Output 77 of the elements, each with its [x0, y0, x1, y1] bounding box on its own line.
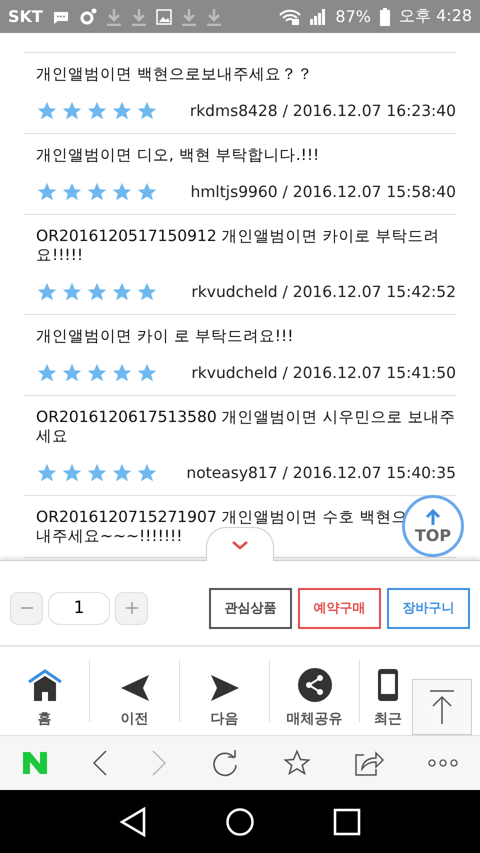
- minus-icon: [20, 607, 34, 609]
- app-icon: [78, 8, 97, 26]
- battery-icon: [380, 8, 390, 26]
- review-meta: rkdms8428 / 2016.12.07 16:23:40: [190, 102, 456, 120]
- download-icon: [106, 8, 122, 26]
- plus-icon: [124, 600, 140, 616]
- star-icon: [86, 181, 108, 203]
- review-text: 내주세요~~~!!!!!!!: [36, 527, 182, 546]
- star-icon: [111, 462, 133, 484]
- arrow-up-icon: [424, 508, 442, 526]
- more-icon[interactable]: [428, 758, 458, 768]
- star-icon: [36, 281, 58, 303]
- nav-item[interactable]: 홈: [0, 654, 89, 728]
- star-icon: [61, 100, 83, 122]
- clock: 오후 4:28: [398, 6, 472, 27]
- share-icon: [298, 668, 332, 702]
- battery-percent: 87%: [335, 7, 371, 26]
- star-icon: [111, 100, 133, 122]
- back-arrow-icon: [120, 674, 150, 702]
- arrow-up-icon: [427, 689, 457, 725]
- chevron-down-icon: [231, 540, 249, 550]
- review-text: OR2016120617513580 개인앨범이면 시우민으로 보내주세요: [36, 408, 456, 446]
- refresh-icon[interactable]: [210, 749, 239, 777]
- star-icon: [61, 362, 83, 384]
- star-icon: [86, 362, 108, 384]
- home-icon: [26, 668, 62, 702]
- download-icon: [130, 8, 147, 26]
- nav-item[interactable]: 매체공유: [270, 654, 359, 728]
- recent-apps-icon[interactable]: [333, 808, 361, 836]
- star-icon: [136, 462, 158, 484]
- home-icon[interactable]: [225, 806, 255, 836]
- star-icon: [36, 181, 58, 203]
- download-icon: [206, 8, 222, 26]
- review-meta: noteasy817 / 2016.12.07 15:40:35: [186, 464, 456, 482]
- nav-item[interactable]: 다음: [180, 654, 269, 728]
- n-logo-icon: [22, 751, 48, 775]
- review-text: 개인앨범이면 카이 로 부탁드려요!!!: [36, 327, 294, 346]
- reserve-button[interactable]: 예약구매: [298, 588, 381, 628]
- wifi-icon: [279, 8, 302, 24]
- star-icon: [86, 281, 108, 303]
- star-icon: [61, 181, 83, 203]
- signal-icon: [310, 8, 326, 24]
- image-icon: [156, 8, 172, 24]
- star-icon: [36, 100, 58, 122]
- star-icon: [61, 462, 83, 484]
- quantity-field[interactable]: 1: [48, 592, 110, 624]
- star-icon: [36, 462, 58, 484]
- review-text: 개인앨범이면 디오, 백현 부탁합니다.!!!: [36, 146, 320, 165]
- star-icon: [61, 281, 83, 303]
- star-icon: [86, 462, 108, 484]
- star-icon: [136, 362, 158, 384]
- review-meta: rkvudcheld / 2016.12.07 15:41:50: [191, 364, 456, 382]
- message-icon: [52, 10, 70, 24]
- nav-item[interactable]: 최근: [368, 654, 408, 728]
- star-icon: [136, 181, 158, 203]
- star-icon: [86, 100, 108, 122]
- forward-arrow-icon: [210, 674, 240, 702]
- star-icon: [36, 362, 58, 384]
- plus-button[interactable]: [115, 592, 148, 624]
- star-icon: [136, 100, 158, 122]
- nav-item[interactable]: 이전: [90, 654, 179, 728]
- phone-icon: [377, 668, 399, 702]
- scroll-up-button[interactable]: [412, 679, 472, 735]
- back-icon[interactable]: [92, 749, 108, 777]
- download-icon: [180, 8, 197, 26]
- star-icon: [111, 362, 133, 384]
- star-icon: [111, 281, 133, 303]
- review-text: 개인앨범이면 백현으로보내주세요？？: [36, 65, 313, 84]
- share-icon[interactable]: [354, 749, 384, 777]
- review-text: OR2016120517150912 개인앨범이면 카이로 부탁드려요!!!!!: [36, 227, 441, 265]
- star-icon: [111, 181, 133, 203]
- carrier-label: SKT: [8, 7, 43, 26]
- wishlist-button[interactable]: 관심상품: [209, 588, 292, 628]
- star-icon[interactable]: [282, 749, 311, 777]
- star-icon: [136, 281, 158, 303]
- review-meta: hmltjs9960 / 2016.12.07 15:58:40: [190, 183, 456, 201]
- review-meta: rkvudcheld / 2016.12.07 15:42:52: [191, 283, 456, 301]
